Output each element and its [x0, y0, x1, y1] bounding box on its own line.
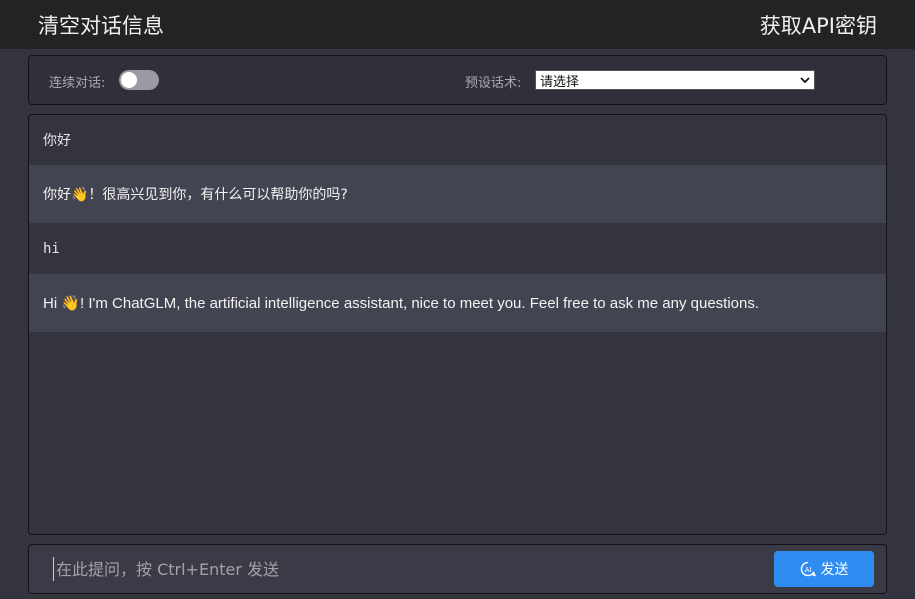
- message-user: 你好: [29, 115, 886, 165]
- top-bar: 清空对话信息 获取API密钥: [0, 0, 915, 49]
- ai-chat-icon: AI: [800, 561, 816, 577]
- chevron-down-icon: [800, 77, 810, 84]
- input-bar: AI 发送: [28, 544, 887, 594]
- settings-panel: 连续对话: 预设话术: 请选择: [28, 55, 887, 105]
- preset-prompt-label: 预设话术:: [465, 76, 522, 91]
- get-api-key-link[interactable]: 获取API密钥: [760, 10, 877, 40]
- question-input[interactable]: [53, 557, 753, 581]
- message-text: Hi 👋! I'm ChatGLM, the artificial intell…: [43, 295, 760, 312]
- send-label: 发送: [820, 562, 849, 578]
- message-user: hi: [29, 223, 886, 274]
- message-assistant: 你好👋！很高兴见到你，有什么可以帮助你的吗?: [29, 165, 886, 223]
- toggle-knob: [121, 72, 137, 88]
- clear-conversation-button[interactable]: 清空对话信息: [38, 10, 164, 40]
- continuous-chat-toggle[interactable]: [119, 70, 159, 90]
- continuous-chat-label: 连续对话:: [49, 76, 106, 91]
- message-text: hi: [43, 240, 60, 257]
- preset-prompt-select[interactable]: 请选择: [535, 70, 815, 90]
- chat-history: 你好 你好👋！很高兴见到你，有什么可以帮助你的吗? hi Hi 👋! I'm C…: [28, 114, 887, 535]
- message-text: 你好👋！很高兴见到你，有什么可以帮助你的吗?: [43, 187, 348, 203]
- message-assistant: Hi 👋! I'm ChatGLM, the artificial intell…: [29, 274, 886, 332]
- svg-text:AI: AI: [804, 566, 811, 574]
- message-text: 你好: [43, 133, 71, 149]
- preset-selected-value: 请选择: [540, 75, 580, 90]
- send-button[interactable]: AI 发送: [774, 551, 874, 587]
